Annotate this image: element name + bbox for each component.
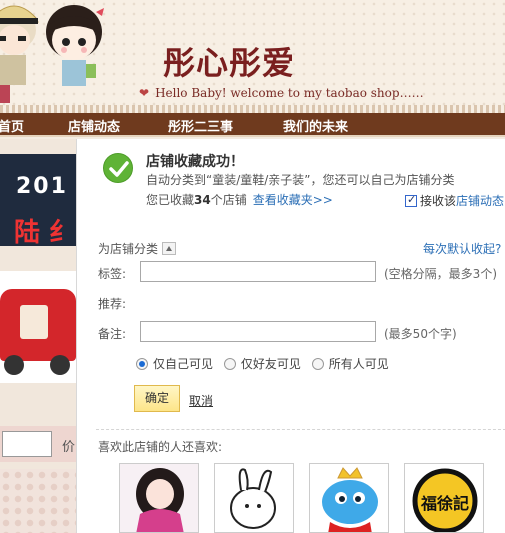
- welcome-text: ❤ Hello Baby! welcome to my taobao shop……: [139, 86, 424, 100]
- note-label: 备注:: [98, 327, 127, 341]
- recommended-shop-thumb[interactable]: [214, 463, 294, 533]
- success-title: 店铺收藏成功！: [146, 154, 244, 170]
- recommended-shop-thumb[interactable]: [309, 463, 389, 533]
- nav-item-stories[interactable]: 彤形二三事: [168, 116, 233, 135]
- tags-label: 标签:: [98, 267, 127, 281]
- cartoon-girl-icon: [0, 5, 39, 103]
- success-check-icon: [103, 153, 133, 183]
- section-divider: [96, 429, 505, 430]
- welcome-message: Hello Baby! welcome to my taobao shop……: [155, 86, 424, 100]
- promo-banner[interactable]: 201 陆 纟: [0, 154, 76, 248]
- promo-year: 201: [16, 174, 68, 199]
- badge-text: 福徐記: [420, 494, 469, 513]
- favorite-shop-dialog: 店铺收藏成功！ 自动分类到“童装/童鞋/亲子装”，您还可以自己为店铺分类 您已收…: [76, 139, 505, 533]
- recommended-shop-thumb[interactable]: [119, 463, 199, 533]
- also-like-heading: 喜欢此店铺的人还喜欢:: [98, 440, 223, 454]
- note-input[interactable]: [140, 321, 376, 342]
- nav-item-home[interactable]: 首页: [0, 116, 24, 135]
- note-hint: (最多50个字): [384, 327, 457, 341]
- tags-input[interactable]: [140, 261, 376, 282]
- radio-selected-icon[interactable]: [136, 358, 148, 370]
- collected-count: 34: [194, 193, 211, 207]
- confirm-button[interactable]: 确定: [134, 385, 180, 412]
- heart-icon: ❤: [139, 86, 150, 100]
- auto-category-text: 自动分类到“童装/童鞋/亲子装”，您还可以自己为店铺分类: [146, 173, 455, 187]
- receive-updates-option[interactable]: 接收该店铺动态: [405, 192, 504, 209]
- shop-banner: 彤心彤爱 ❤ Hello Baby! welcome to my taobao s…: [0, 0, 505, 113]
- decorative-pattern: [0, 469, 76, 533]
- collapse-arrow-icon[interactable]: [162, 242, 177, 255]
- price-label: 价: [62, 440, 76, 455]
- banner-border: [0, 105, 505, 113]
- shop-title: 彤心彤爱: [163, 44, 296, 82]
- default-collapse-link[interactable]: 每次默认收起?: [423, 240, 501, 257]
- visibility-options: 仅自己可见 仅好友可见 所有人可见: [136, 355, 396, 372]
- shop-updates-link[interactable]: 店铺动态: [456, 194, 504, 208]
- cartoon-girl-icon: [46, 5, 104, 86]
- bus-image[interactable]: [0, 271, 76, 383]
- page-background-left: 201 陆 纟 价: [0, 139, 76, 533]
- cancel-link[interactable]: 取消: [189, 392, 213, 409]
- receive-updates-checkbox[interactable]: [405, 193, 417, 207]
- shop-nav: 首页 店铺动态 彤形二三事 我们的未来: [0, 113, 505, 137]
- nav-item-shop-news[interactable]: 店铺动态: [68, 116, 120, 135]
- collected-count-text: 您已收藏34个店铺 查看收藏夹>>: [146, 193, 333, 207]
- view-favorites-link[interactable]: 查看收藏夹>>: [253, 193, 333, 207]
- promo-text: 陆 纟: [14, 218, 76, 248]
- recommended-shop-thumb[interactable]: 福徐記: [404, 463, 484, 533]
- radio-icon[interactable]: [311, 358, 324, 370]
- nav-item-future[interactable]: 我们的未来: [283, 116, 348, 135]
- tags-hint: (空格分隔，最多3个): [384, 267, 497, 281]
- visibility-option-self[interactable]: 仅自己可见: [136, 357, 213, 371]
- radio-icon[interactable]: [223, 358, 236, 370]
- category-section-label: 为店铺分类: [98, 240, 177, 257]
- recommend-label: 推荐:: [98, 297, 127, 311]
- search-input[interactable]: [2, 431, 52, 457]
- visibility-option-everyone[interactable]: 所有人可见: [311, 357, 389, 371]
- search-bar: 价: [0, 426, 76, 462]
- visibility-option-friends[interactable]: 仅好友可见: [223, 357, 301, 371]
